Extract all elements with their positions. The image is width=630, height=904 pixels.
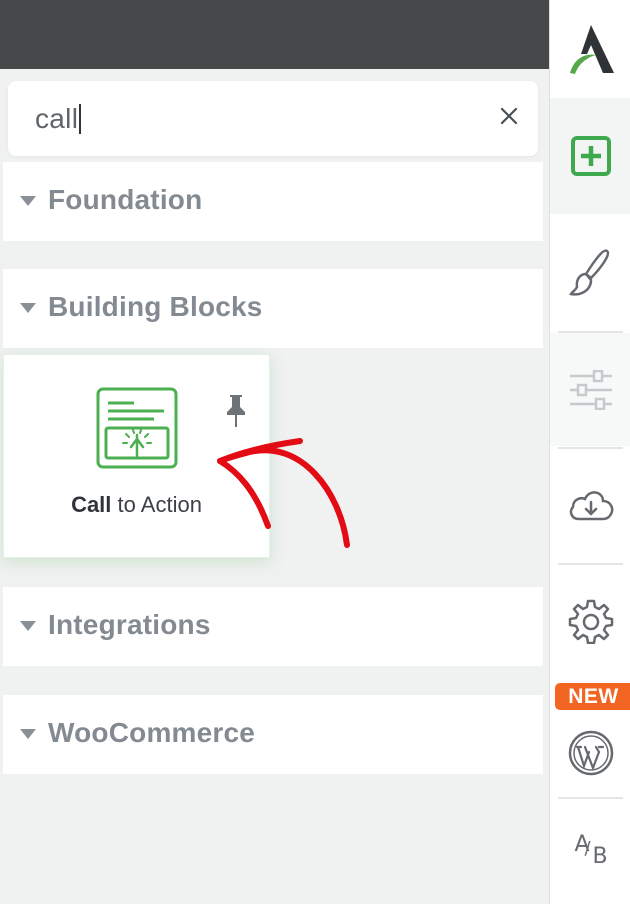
new-badge: NEW [555,683,630,710]
sidebar-cloud-templates[interactable] [550,449,630,561]
sidebar-settings-sliders[interactable] [550,333,630,446]
section-building-blocks[interactable]: Building Blocks [3,269,543,348]
sidebar-wordpress[interactable] [550,712,630,794]
card-label-bold: Call [71,492,112,517]
section-label: Building Blocks [48,291,263,322]
pin-icon[interactable] [223,393,249,429]
close-icon [500,107,518,125]
caret-down-icon [20,729,36,739]
sidebar-add-element[interactable] [550,98,630,214]
card-label-rest: to Action [111,492,202,517]
card-label: Call to Action [4,492,269,518]
element-search-box[interactable]: call [8,81,538,156]
section-woocommerce[interactable]: WooCommerce [3,695,543,774]
section-label: WooCommerce [48,717,256,748]
sliders-icon [569,369,612,410]
clear-search-button[interactable] [496,103,522,129]
call-to-action-block[interactable]: Call to Action [3,354,270,558]
sidebar-ab-test[interactable]: A / B [550,799,630,904]
plus-square-icon [570,136,611,176]
thrive-logo-icon [569,25,614,74]
paintbrush-icon [568,249,609,296]
sidebar-styles[interactable] [550,216,630,330]
app-logo[interactable] [550,0,630,98]
section-label: Foundation [48,184,203,215]
text-cursor [79,104,82,134]
wordpress-icon [568,730,613,776]
top-bar [0,0,549,69]
search-value: call [35,103,79,134]
section-label: Integrations [48,609,211,640]
call-to-action-icon [96,387,178,469]
sidebar-settings[interactable] [550,565,630,677]
caret-down-icon [20,196,36,206]
section-foundation[interactable]: Foundation [3,162,543,241]
cloud-download-icon [569,491,613,521]
gear-icon [568,599,613,644]
caret-down-icon [20,621,36,631]
section-integrations[interactable]: Integrations [3,587,543,666]
caret-down-icon [20,303,36,313]
right-sidebar: NEW A / B [549,0,630,904]
search-input[interactable]: call [35,103,82,135]
ab-test-icon: A / B [574,831,608,869]
